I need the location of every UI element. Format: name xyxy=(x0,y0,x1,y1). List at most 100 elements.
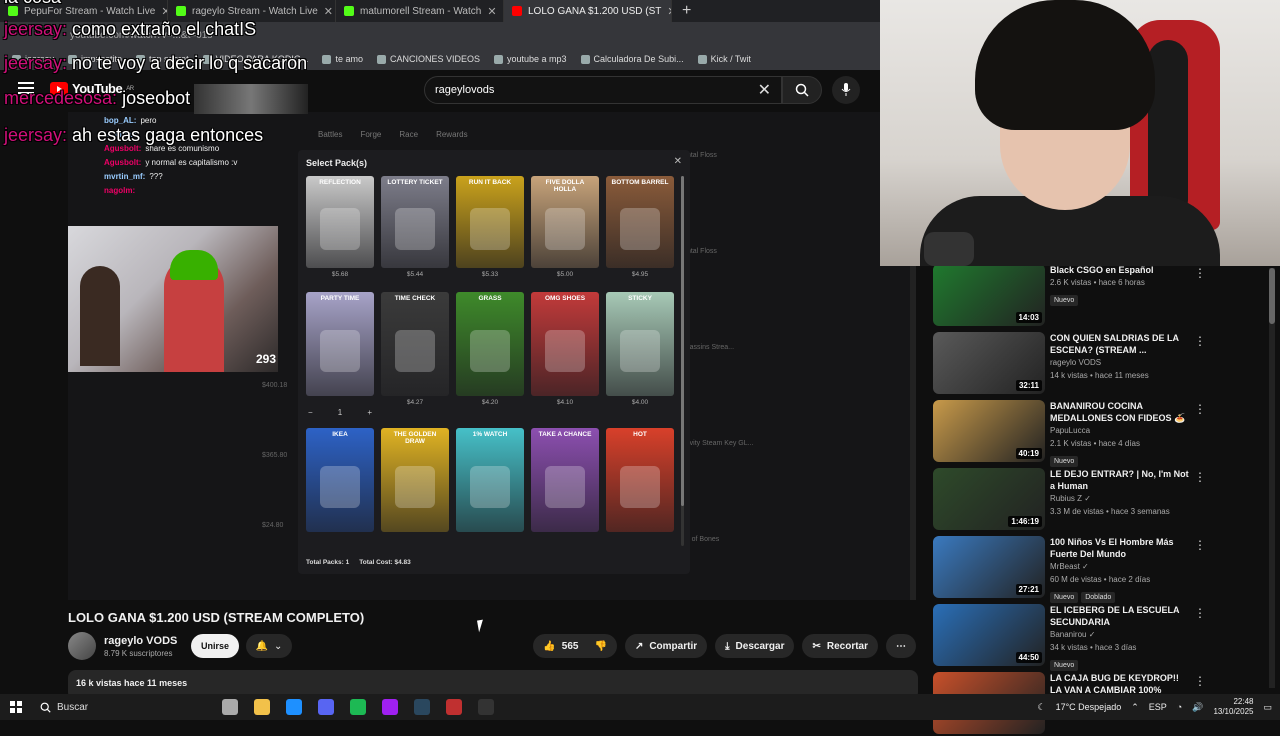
recommendation-channel[interactable]: PapuLucca xyxy=(1050,424,1190,437)
pack-card[interactable]: LOTTERY TICKET xyxy=(381,176,449,268)
close-tab-icon[interactable]: ✕ xyxy=(487,5,496,18)
video-thumbnail[interactable]: 40:19 xyxy=(933,400,1045,462)
new-tab-button[interactable]: + xyxy=(672,2,701,20)
recommendation-item[interactable]: 44:50 EL ICEBERG DE LA ESCUELA SECUNDARIA… xyxy=(932,600,1272,671)
clip-button[interactable]: ✂ Recortar xyxy=(802,634,878,658)
stream-nav-item[interactable]: Forge xyxy=(360,130,381,139)
pack-card[interactable]: 1% WATCH xyxy=(456,428,524,532)
video-thumbnail[interactable]: 32:11 xyxy=(933,332,1045,394)
recommendation-title[interactable]: LE DEJO ENTRAR? | No, I'm Not a Human xyxy=(1050,468,1190,492)
taskbar-app-icon[interactable] xyxy=(318,699,334,715)
join-button[interactable]: Unirse xyxy=(191,634,240,658)
stream-nav-item[interactable]: Race xyxy=(399,130,418,139)
close-tab-icon[interactable]: ✕ xyxy=(324,5,333,18)
search-input[interactable]: rageylovods ✕ xyxy=(424,76,782,104)
taskbar-app-icon[interactable] xyxy=(382,699,398,715)
notifications-button[interactable]: 🔔 ⌄ xyxy=(246,634,292,658)
pack-card[interactable]: OMG SHOES xyxy=(531,292,599,396)
pack-card[interactable]: HOT xyxy=(606,428,674,532)
language-indicator[interactable]: ESP xyxy=(1149,702,1167,712)
channel-name[interactable]: rageylo VODS xyxy=(104,635,177,647)
download-button[interactable]: ⤓ Descargar xyxy=(715,634,795,658)
taskbar-app-icon[interactable] xyxy=(254,699,270,715)
more-options-icon[interactable]: ⋮ xyxy=(1194,334,1206,348)
more-options-icon[interactable]: ⋮ xyxy=(1194,674,1206,688)
stream-nav-item[interactable]: Battles xyxy=(318,130,342,139)
recommendation-title[interactable]: BANANIROU COCINA MEDALLONES CON FIDEOS 🍝 xyxy=(1050,400,1190,424)
recommendation-item[interactable]: 32:11 CON QUIEN SALDRIAS DE LA ESCENA? (S… xyxy=(932,328,1272,396)
bookmark-item[interactable]: youtube a mp3 xyxy=(493,54,567,64)
recommendation-channel[interactable]: rageylo VODS xyxy=(1050,356,1190,369)
decrement-button[interactable]: − xyxy=(308,408,313,417)
recommendation-item[interactable]: 27:21 100 Niños Vs El Hombre Más Fuerte D… xyxy=(932,532,1272,603)
date: 13/10/2025 xyxy=(1213,707,1254,716)
clock[interactable]: 22:48 13/10/2025 xyxy=(1213,697,1253,717)
browser-tab[interactable]: matumorell Stream - Watch ✕ xyxy=(336,0,504,22)
windows-start-icon[interactable] xyxy=(10,701,22,713)
video-player[interactable]: Battles Forge Race Rewards bop_AL: pero Night… xyxy=(68,112,916,600)
pack-card[interactable]: REFLECTION xyxy=(306,176,374,268)
quantity-stepper[interactable]: − 1 + xyxy=(306,408,374,417)
recommendation-channel[interactable]: Rubius Z ✓ xyxy=(1050,492,1190,505)
pack-card[interactable]: TAKE A CHANCE xyxy=(531,428,599,532)
sidebar-scrollbar[interactable] xyxy=(1269,268,1275,688)
notifications-icon[interactable]: ▭ xyxy=(1263,702,1272,713)
like-button[interactable]: 👍 565 👎 xyxy=(533,634,617,658)
more-options-icon[interactable]: ⋮ xyxy=(1194,606,1206,620)
recommendation-title[interactable]: 100 Niños Vs El Hombre Más Fuerte Del Mu… xyxy=(1050,536,1190,560)
share-button[interactable]: ↗ Compartir xyxy=(624,634,708,658)
bookmark-item[interactable]: te amo xyxy=(322,54,363,64)
pack-card[interactable]: FIVE DOLLA HOLLA xyxy=(531,176,599,268)
voice-search-button[interactable] xyxy=(832,76,860,104)
recommendation-title[interactable]: CON QUIEN SALDRIAS DE LA ESCENA? (STREAM… xyxy=(1050,332,1190,356)
video-thumbnail[interactable]: 27:21 xyxy=(933,536,1045,598)
recommendation-item[interactable]: 14:03 Black CSGO en Español 2.6 K vistas •… xyxy=(932,260,1272,328)
more-options-icon[interactable]: ⋮ xyxy=(1194,470,1206,484)
taskbar-app-icon[interactable] xyxy=(478,699,494,715)
pack-card[interactable]: STICKY xyxy=(606,292,674,396)
more-options-icon[interactable]: ⋮ xyxy=(1194,402,1206,416)
tray-chevron-icon[interactable]: ⌃ xyxy=(1131,702,1139,713)
pack-card[interactable]: GRASS xyxy=(456,292,524,396)
recommendation-item[interactable]: 1:46:19 LE DEJO ENTRAR? | No, I'm Not a H… xyxy=(932,464,1272,532)
stream-nav-item[interactable]: Rewards xyxy=(436,130,468,139)
taskbar-app-icon[interactable] xyxy=(446,699,462,715)
dislike-icon[interactable]: 👎 xyxy=(594,641,606,652)
bookmark-item[interactable]: Calculadora De Subi... xyxy=(580,54,684,64)
video-thumbnail[interactable]: 44:50 xyxy=(933,604,1045,666)
recommendation-title[interactable]: LA CAJA BUG DE KEYDROP!! LA VAN A CAMBIA… xyxy=(1050,672,1190,696)
more-options-icon[interactable]: ⋮ xyxy=(1194,266,1206,280)
bookmark-item[interactable]: Kick / Twit xyxy=(697,54,751,64)
recommendation-channel[interactable]: Bananirou ✓ xyxy=(1050,628,1190,641)
close-icon[interactable]: ✕ xyxy=(674,156,682,167)
pack-card[interactable]: TIME CHECK xyxy=(381,292,449,396)
taskbar-app-icon[interactable] xyxy=(414,699,430,715)
pack-card[interactable]: IKEA xyxy=(306,428,374,532)
modal-scrollbar[interactable] xyxy=(681,176,684,546)
pack-card[interactable]: THE GOLDEN DRAW xyxy=(381,428,449,532)
taskbar-app-icon[interactable] xyxy=(286,699,302,715)
more-actions-button[interactable]: ⋯ xyxy=(886,634,916,658)
taskbar-search[interactable]: Buscar xyxy=(32,697,212,717)
taskbar-app-icon[interactable] xyxy=(222,699,238,715)
bookmark-item[interactable]: CANCIONES VIDEOS xyxy=(376,54,480,64)
volume-icon[interactable]: 🔊 xyxy=(1192,702,1203,713)
browser-tab[interactable]: LOLO GANA $1.200 USD (ST✕ xyxy=(504,0,672,22)
pack-card[interactable]: BOTTOM BARREL xyxy=(606,176,674,268)
video-thumbnail[interactable]: 1:46:19 xyxy=(933,468,1045,530)
taskbar-app-icon[interactable] xyxy=(350,699,366,715)
search-button[interactable] xyxy=(782,76,822,104)
wifi-icon[interactable]: ◔ xyxy=(1177,702,1182,712)
recommendation-item[interactable]: 40:19 BANANIROU COCINA MEDALLONES CON FID… xyxy=(932,396,1272,467)
channel-info[interactable]: rageylo VODS 8.79 K suscriptores xyxy=(68,632,177,660)
weather-text[interactable]: 17°C Despejado xyxy=(1056,702,1122,712)
channel-avatar[interactable] xyxy=(68,632,96,660)
recommendation-channel[interactable]: MrBeast ✓ xyxy=(1050,560,1190,573)
clear-search-icon[interactable]: ✕ xyxy=(758,80,771,100)
increment-button[interactable]: + xyxy=(367,408,372,417)
pack-card[interactable]: PARTY TIME xyxy=(306,292,374,396)
video-thumbnail[interactable]: 14:03 xyxy=(933,264,1045,326)
pack-card[interactable]: RUN IT BACK xyxy=(456,176,524,268)
more-options-icon[interactable]: ⋮ xyxy=(1194,538,1206,552)
recommendation-title[interactable]: EL ICEBERG DE LA ESCUELA SECUNDARIA xyxy=(1050,604,1190,628)
